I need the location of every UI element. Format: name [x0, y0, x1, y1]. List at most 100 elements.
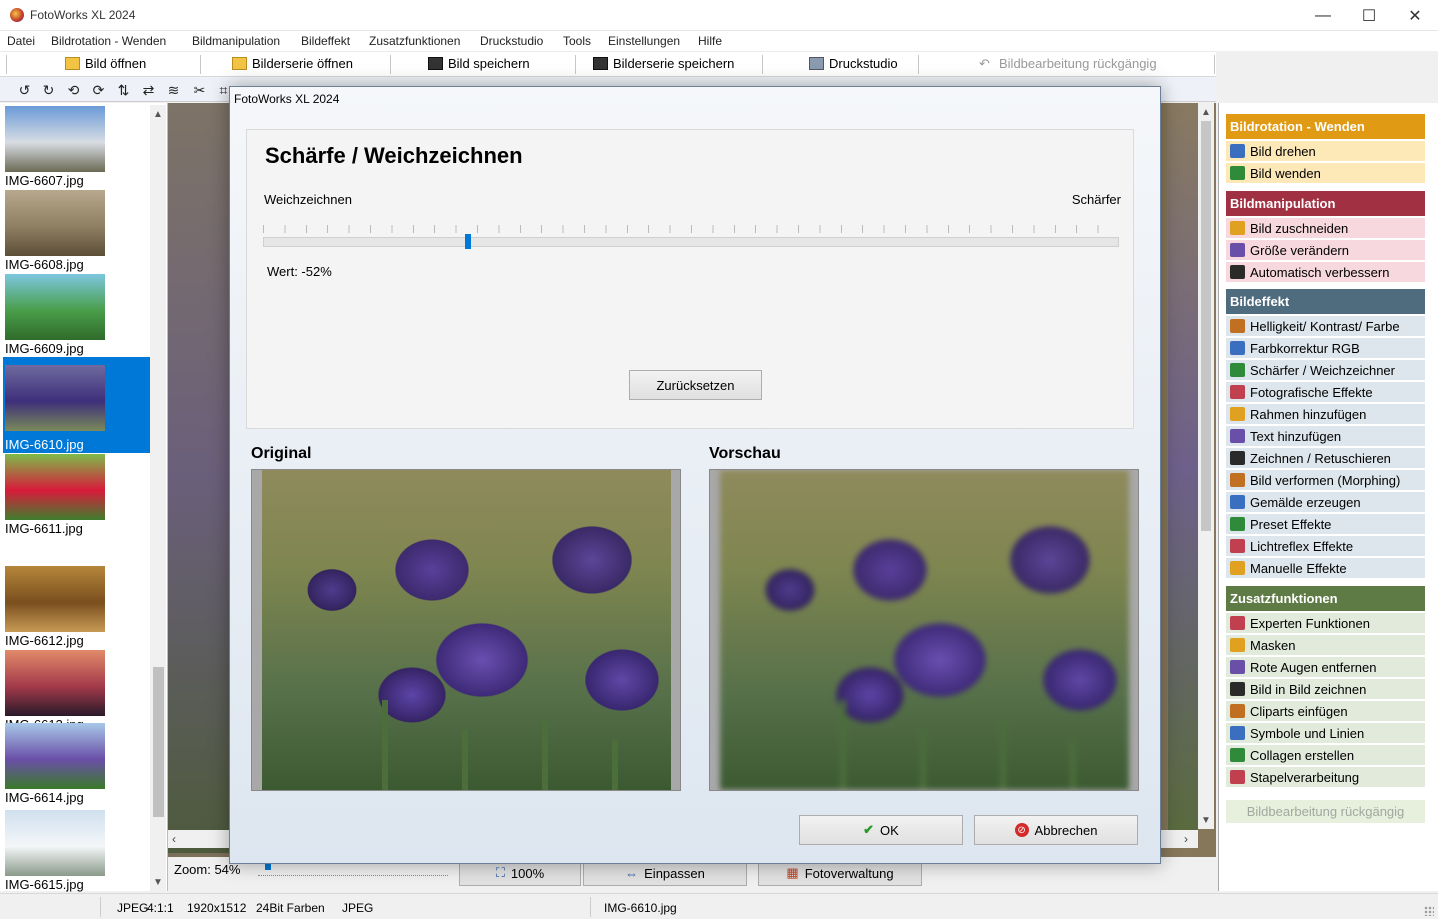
- sidebar-item[interactable]: Bild verformen (Morphing): [1226, 470, 1425, 491]
- ok-button[interactable]: ✔ OK: [799, 815, 963, 845]
- scroll-thumb[interactable]: [153, 667, 164, 817]
- thumbnail-label: IMG-6614.jpg: [5, 790, 84, 805]
- menu-zusatzfunktionen[interactable]: Zusatzfunktionen: [369, 34, 460, 48]
- thumbnail-item[interactable]: IMG-6614.jpg: [3, 722, 150, 806]
- menu-datei[interactable]: Datei: [7, 34, 35, 48]
- sidebar-item-icon: [1230, 616, 1245, 630]
- thumbnail-item[interactable]: IMG-6612.jpg: [3, 565, 150, 649]
- cancel-button[interactable]: ⊘ Abbrechen: [974, 815, 1138, 845]
- thumbnail-item[interactable]: IMG-6610.jpg: [3, 357, 150, 453]
- sidebar-item[interactable]: Experten Funktionen: [1226, 613, 1425, 634]
- sidebar-item[interactable]: Größe verändern: [1226, 240, 1425, 261]
- thumbnail-scrollbar[interactable]: ▲ ▼: [150, 105, 166, 891]
- menu-bildmanipulation[interactable]: Bildmanipulation: [192, 34, 280, 48]
- rotate-cw-icon[interactable]: ⟳: [90, 82, 107, 98]
- sidebar-item[interactable]: Bild wenden: [1226, 163, 1425, 184]
- menu-druckstudio[interactable]: Druckstudio: [480, 34, 543, 48]
- thumbnail-item[interactable]: IMG-6608.jpg: [3, 189, 150, 273]
- crop-icon[interactable]: ✂: [191, 82, 208, 98]
- sidebar-item[interactable]: Preset Effekte: [1226, 514, 1425, 535]
- menu-hilfe[interactable]: Hilfe: [698, 34, 722, 48]
- rotate-left-icon[interactable]: ↺: [16, 82, 33, 98]
- sidebar-section-header[interactable]: Bildrotation - Wenden: [1226, 114, 1425, 139]
- thumbnail-item[interactable]: IMG-6613.jpg: [3, 649, 150, 733]
- rotate-right-icon[interactable]: ↻: [40, 82, 57, 98]
- sidebar-item-label: Farbkorrektur RGB: [1250, 341, 1360, 356]
- status-ratio: 4:1:1: [147, 901, 174, 915]
- sidebar-item[interactable]: Gemälde erzeugen: [1226, 492, 1425, 513]
- scroll-left-icon[interactable]: ‹: [172, 832, 176, 846]
- sidebar-item[interactable]: Fotografische Effekte: [1226, 382, 1425, 403]
- scroll-right-icon[interactable]: ›: [1184, 832, 1188, 846]
- open-image-button[interactable]: Bild öffnen: [65, 56, 146, 71]
- thumbnail-image: [5, 650, 105, 716]
- sidebar-item[interactable]: Bild in Bild zeichnen: [1226, 679, 1425, 700]
- sidebar-item[interactable]: Symbole und Linien: [1226, 723, 1425, 744]
- sidebar-item-icon: [1230, 451, 1245, 465]
- thumbnail-image: [5, 723, 105, 789]
- rotate-ccw-icon[interactable]: ⟲: [65, 82, 82, 98]
- save-image-button[interactable]: Bild speichern: [428, 56, 530, 71]
- sidebar-item[interactable]: Bild drehen: [1226, 141, 1425, 162]
- sidebar-item[interactable]: Masken: [1226, 635, 1425, 656]
- thumbnail-item[interactable]: IMG-6609.jpg: [3, 273, 150, 357]
- thumbnail-item[interactable]: IMG-6615.jpg: [3, 809, 150, 893]
- sidebar-item[interactable]: Cliparts einfügen: [1226, 701, 1425, 722]
- preview-label: Vorschau: [709, 445, 781, 462]
- slider-right-label: Schärfer: [1071, 192, 1121, 207]
- print-studio-button[interactable]: Druckstudio: [809, 56, 898, 71]
- sharpness-slider-thumb[interactable]: [465, 234, 472, 249]
- mirror-icon[interactable]: ≋: [165, 82, 182, 98]
- sidebar-item[interactable]: Rote Augen entfernen: [1226, 657, 1425, 678]
- open-series-button[interactable]: Bilderserie öffnen: [232, 56, 353, 71]
- sidebar-item[interactable]: Text hinzufügen: [1226, 426, 1425, 447]
- undo-button[interactable]: ↶ Bildbearbeitung rückgängig: [979, 56, 1157, 71]
- sidebar-item[interactable]: Zeichnen / Retuschieren: [1226, 448, 1425, 469]
- menu-bildeffekt[interactable]: Bildeffekt: [301, 34, 350, 48]
- scroll-up-icon[interactable]: ▲: [153, 109, 163, 120]
- scroll-up-icon[interactable]: ▲: [1201, 107, 1211, 118]
- thumbnail-image: [5, 365, 105, 431]
- sidebar-section-header[interactable]: Bildeffekt: [1226, 289, 1425, 314]
- sidebar-undo-button[interactable]: Bildbearbeitung rückgängig: [1226, 800, 1425, 824]
- resize-grip[interactable]: [1424, 906, 1434, 916]
- image-vscrollbar[interactable]: ▲ ▼: [1198, 103, 1214, 829]
- sidebar-item-label: Preset Effekte: [1250, 517, 1332, 532]
- zoom-actual-icon: ⛶: [495, 865, 505, 880]
- sidebar-section-header[interactable]: Bildmanipulation: [1226, 191, 1425, 216]
- menu-einstellungen[interactable]: Einstellungen: [608, 34, 680, 48]
- thumbnail-item[interactable]: IMG-6611.jpg: [3, 453, 150, 537]
- sidebar-item[interactable]: Rahmen hinzufügen: [1226, 404, 1425, 425]
- maximize-button[interactable]: ☐: [1346, 0, 1392, 31]
- sidebar-item[interactable]: Schärfer / Weichzeichner: [1226, 360, 1425, 381]
- scroll-down-icon[interactable]: ▼: [153, 877, 163, 888]
- zoom-slider[interactable]: [258, 875, 448, 878]
- sidebar-item-icon: [1230, 539, 1245, 553]
- sidebar-item[interactable]: Automatisch verbessern: [1226, 262, 1425, 283]
- thumbnail-image: [5, 454, 105, 520]
- scroll-down-icon[interactable]: ▼: [1201, 815, 1211, 826]
- sidebar-item[interactable]: Collagen erstellen: [1226, 745, 1425, 766]
- sidebar-item[interactable]: Stapelverarbeitung: [1226, 767, 1425, 788]
- sidebar-item-label: Symbole und Linien: [1250, 726, 1365, 741]
- flip-vertical-icon[interactable]: ⇅: [115, 82, 132, 98]
- menu-bar: Datei Bildrotation - Wenden Bildmanipula…: [0, 31, 1438, 51]
- reset-button[interactable]: Zurücksetzen: [629, 370, 762, 400]
- sidebar-section-header[interactable]: Zusatzfunktionen: [1226, 586, 1425, 611]
- minimize-button[interactable]: —: [1300, 0, 1346, 31]
- sidebar-item[interactable]: Bild zuschneiden: [1226, 218, 1425, 239]
- sidebar-item[interactable]: Farbkorrektur RGB: [1226, 338, 1425, 359]
- sidebar-item[interactable]: Helligkeit/ Kontrast/ Farbe: [1226, 316, 1425, 337]
- original-label: Original: [251, 445, 312, 462]
- save-series-button[interactable]: Bilderserie speichern: [593, 56, 734, 71]
- sidebar-item[interactable]: Manuelle Effekte: [1226, 558, 1425, 579]
- close-button[interactable]: ✕: [1392, 0, 1438, 31]
- menu-tools[interactable]: Tools: [563, 34, 591, 48]
- flip-horizontal-icon[interactable]: ⇄: [140, 82, 157, 98]
- sidebar-item[interactable]: Lichtreflex Effekte: [1226, 536, 1425, 557]
- sidebar-item-icon: [1230, 517, 1245, 531]
- menu-bildrotation[interactable]: Bildrotation - Wenden: [51, 34, 166, 48]
- sharpness-slider[interactable]: [263, 237, 1119, 247]
- thumbnail-image: [5, 810, 105, 876]
- thumbnail-item[interactable]: IMG-6607.jpg: [3, 105, 150, 189]
